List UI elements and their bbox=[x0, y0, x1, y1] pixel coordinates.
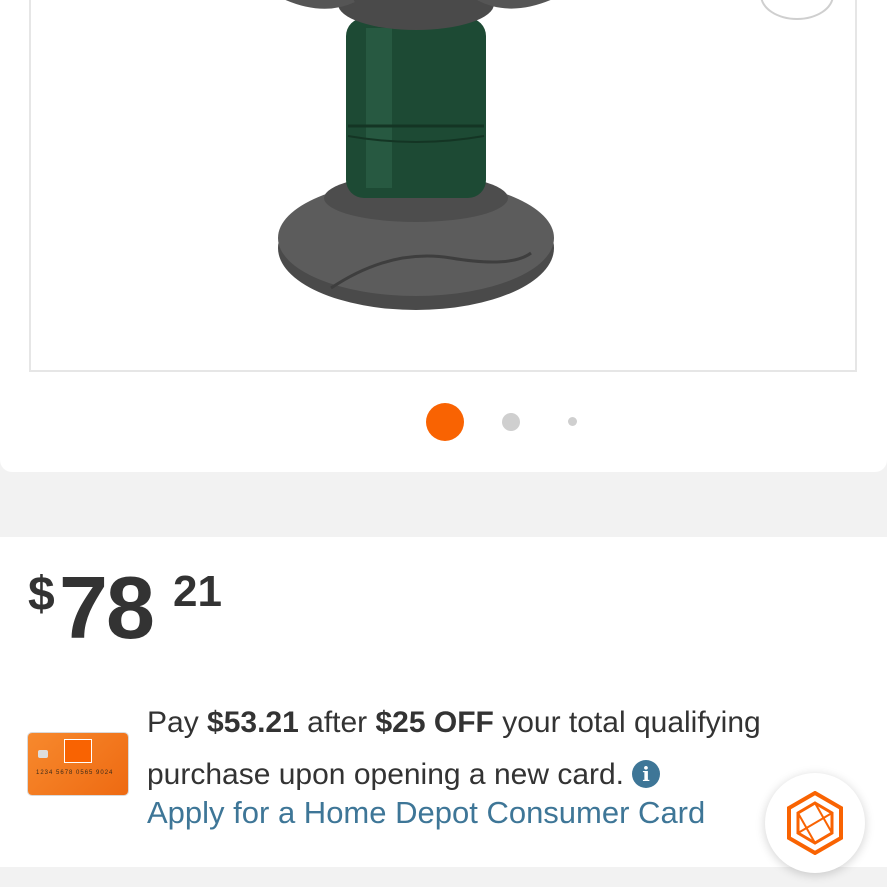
card-chip-icon bbox=[38, 750, 48, 758]
pagination-dot-2[interactable] bbox=[502, 413, 520, 431]
offer-discount: $25 OFF bbox=[375, 706, 494, 739]
bottom-divider bbox=[0, 867, 887, 887]
offer-discounted-price: $53.21 bbox=[207, 706, 299, 739]
price-dollars: 78 bbox=[59, 558, 155, 657]
product-photo bbox=[278, 0, 554, 310]
gallery-pagination bbox=[0, 403, 887, 443]
hexagon-chat-icon bbox=[787, 791, 843, 855]
card-number: 1234 5678 0565 9024 bbox=[36, 770, 114, 776]
offer-after-text: after bbox=[298, 706, 376, 739]
price-cents: 21 bbox=[173, 567, 222, 616]
pagination-dot-3[interactable] bbox=[568, 417, 577, 426]
apply-card-link[interactable]: Apply for a Home Depot Consumer Card bbox=[147, 795, 705, 831]
pagination-dot-1[interactable] bbox=[426, 403, 464, 441]
info-icon[interactable]: i bbox=[632, 760, 661, 788]
offer-pay-prefix: Pay bbox=[147, 706, 208, 739]
card-offer-text: Pay $53.21 after $25 OFF your total qual… bbox=[147, 697, 847, 801]
product-gallery-card bbox=[0, 0, 887, 472]
home-depot-logo-icon bbox=[64, 739, 92, 763]
price-currency-symbol: $ bbox=[28, 568, 55, 621]
product-image[interactable] bbox=[29, 0, 857, 372]
chat-button[interactable] bbox=[765, 773, 865, 873]
credit-card-image: 1234 5678 0565 9024 bbox=[28, 733, 128, 795]
pricing-card: $ 78 21 1234 5678 0565 9024 Pay $53.21 a… bbox=[0, 537, 887, 867]
